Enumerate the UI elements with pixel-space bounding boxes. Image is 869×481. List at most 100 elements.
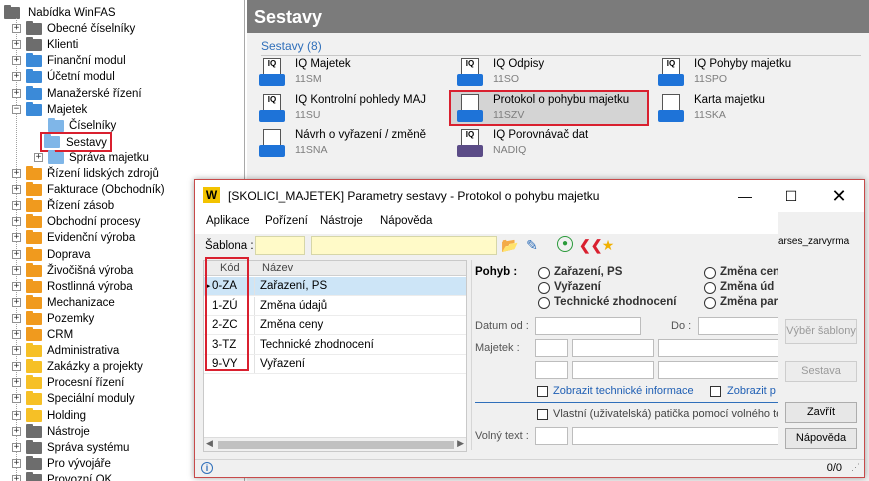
- expand-icon[interactable]: +: [12, 426, 21, 436]
- expand-icon[interactable]: +: [12, 265, 21, 275]
- expand-icon[interactable]: +: [12, 72, 21, 82]
- majetek-input-3[interactable]: [658, 339, 780, 357]
- radio-zmena-parametru[interactable]: [704, 297, 716, 309]
- expand-icon[interactable]: +: [12, 169, 21, 178]
- custom-footer-checkbox[interactable]: [537, 409, 548, 420]
- show-p-label[interactable]: Zobrazit p: [727, 385, 776, 397]
- select-template-button[interactable]: Výběr šablony: [785, 319, 857, 344]
- report-tile[interactable]: IQ IQ Odpisy 11SO: [451, 56, 651, 92]
- expand-icon[interactable]: +: [12, 249, 21, 259]
- expand-icon[interactable]: +: [12, 394, 21, 404]
- radio-zarazeni[interactable]: [538, 267, 550, 279]
- radio-vyrazeni[interactable]: [538, 282, 550, 294]
- expand-icon[interactable]: +: [12, 362, 21, 372]
- radio-zmena-udaju[interactable]: [704, 282, 716, 294]
- expand-icon[interactable]: +: [12, 313, 21, 323]
- tree-item-label: Řízení zásob: [47, 200, 115, 213]
- datum-od-input[interactable]: [535, 317, 641, 335]
- show-tech-info-checkbox[interactable]: [537, 386, 548, 397]
- tree-item-label: Manažerské řízení: [47, 87, 142, 100]
- location-pin-icon[interactable]: ●: [557, 236, 573, 252]
- expand-icon[interactable]: +: [12, 458, 21, 468]
- expand-icon[interactable]: +: [12, 474, 21, 481]
- volny-text-input-2[interactable]: [572, 427, 780, 445]
- report-tile[interactable]: Protokol o pohybu majetku 11SZV: [449, 90, 649, 126]
- folder-icon: [26, 327, 42, 341]
- radio-zmena-cen[interactable]: [704, 267, 716, 279]
- menu-napoveda[interactable]: Nápověda: [380, 215, 432, 227]
- napoveda-button[interactable]: Nápověda: [785, 428, 857, 449]
- open-folder-icon[interactable]: 📂: [501, 236, 519, 254]
- expand-icon[interactable]: +: [12, 185, 21, 195]
- expand-icon[interactable]: +: [12, 24, 21, 34]
- favorite-star-icon[interactable]: ★: [599, 236, 617, 254]
- section-title[interactable]: Sestavy (8): [261, 39, 322, 53]
- edit-pencil-icon[interactable]: ✎: [523, 236, 541, 254]
- menu-porizeni[interactable]: Pořízení: [265, 215, 308, 227]
- minimize-button[interactable]: —: [723, 182, 767, 210]
- report-tile[interactable]: Karta majetku 11SKA: [652, 92, 852, 128]
- expand-icon[interactable]: +: [12, 346, 21, 356]
- sestava-button[interactable]: Sestava: [785, 361, 857, 382]
- expand-icon[interactable]: +: [12, 442, 21, 452]
- scroll-right-icon[interactable]: ▶: [457, 438, 464, 449]
- expand-icon[interactable]: +: [12, 281, 21, 291]
- winfas-logo-icon: W: [203, 187, 220, 203]
- dialog-titlebar: W [SKOLICI_MAJETEK] Parametry sestavy - …: [195, 180, 864, 212]
- tree-item-label: Obchodní procesy: [47, 216, 141, 229]
- expand-icon[interactable]: +: [12, 378, 21, 388]
- report-code: NADIQ: [493, 144, 527, 156]
- expand-icon[interactable]: +: [12, 217, 21, 227]
- report-icon: [658, 94, 684, 124]
- majetek-input-6[interactable]: [658, 361, 780, 379]
- menu-nastroje[interactable]: Nástroje: [320, 215, 363, 227]
- menu-aplikace[interactable]: Aplikace: [206, 215, 249, 227]
- close-button[interactable]: ✕: [817, 182, 861, 210]
- radio-tech-zhodnoceni[interactable]: [538, 297, 550, 309]
- report-tile[interactable]: Návrh o vyřazení / změně 11SNA: [253, 127, 453, 163]
- report-tile[interactable]: IQ IQ Porovnávač dat NADIQ: [451, 127, 651, 163]
- collapse-icon[interactable]: −: [12, 104, 21, 114]
- report-tile[interactable]: IQ IQ Majetek 11SM: [253, 56, 453, 92]
- tree-item-label: Procesní řízení: [47, 377, 125, 390]
- scroll-thumb[interactable]: [218, 441, 454, 449]
- folder-icon: [48, 149, 64, 164]
- sablona-name-input[interactable]: [311, 236, 497, 255]
- zavrit-button[interactable]: Zavřít: [785, 402, 857, 423]
- resize-grip-icon[interactable]: ⋰: [851, 462, 860, 473]
- maximize-button[interactable]: ☐: [769, 182, 813, 210]
- report-tile[interactable]: IQ IQ Pohyby majetku 11SPO: [652, 56, 852, 92]
- back-arrows-icon[interactable]: ❮❮: [579, 236, 602, 254]
- datum-do-input[interactable]: [698, 317, 780, 335]
- show-tech-info-label[interactable]: Zobrazit technické informace: [553, 385, 694, 397]
- expand-icon[interactable]: +: [12, 201, 21, 211]
- record-count: 0/0: [826, 462, 842, 474]
- horizontal-scrollbar[interactable]: ◀ ▶: [204, 437, 466, 451]
- expand-icon[interactable]: +: [12, 233, 21, 243]
- expand-icon[interactable]: +: [34, 152, 43, 162]
- info-icon[interactable]: i: [201, 462, 213, 474]
- show-p-checkbox[interactable]: [710, 386, 721, 397]
- folder-icon: [26, 423, 42, 438]
- tree-item[interactable]: Sestavy: [40, 131, 112, 152]
- majetek-input-4[interactable]: [535, 361, 568, 379]
- expand-icon[interactable]: +: [12, 330, 21, 339]
- expand-icon[interactable]: +: [12, 410, 21, 420]
- expand-icon[interactable]: +: [12, 40, 21, 50]
- folder-icon: [26, 246, 42, 261]
- folder-icon: [26, 343, 42, 358]
- expand-icon[interactable]: +: [12, 56, 21, 66]
- expand-icon[interactable]: +: [12, 297, 21, 307]
- scroll-left-icon[interactable]: ◀: [206, 438, 213, 449]
- sablona-code-input[interactable]: [255, 236, 305, 255]
- majetek-input-5[interactable]: [572, 361, 654, 379]
- volny-text-input-1[interactable]: [535, 427, 568, 445]
- radio-vyrazeni-label: Vyřazení: [554, 281, 601, 293]
- expand-icon[interactable]: +: [12, 88, 21, 98]
- report-tile[interactable]: IQ IQ Kontrolní pohledy MAJ 11SU: [253, 92, 453, 128]
- tree-item-label: Správa majetku: [69, 151, 149, 164]
- majetek-input-1[interactable]: [535, 339, 568, 357]
- majetek-input-2[interactable]: [572, 339, 654, 357]
- tree-item-label: Pro vývojáře: [47, 457, 111, 470]
- column-name[interactable]: Název: [262, 262, 293, 274]
